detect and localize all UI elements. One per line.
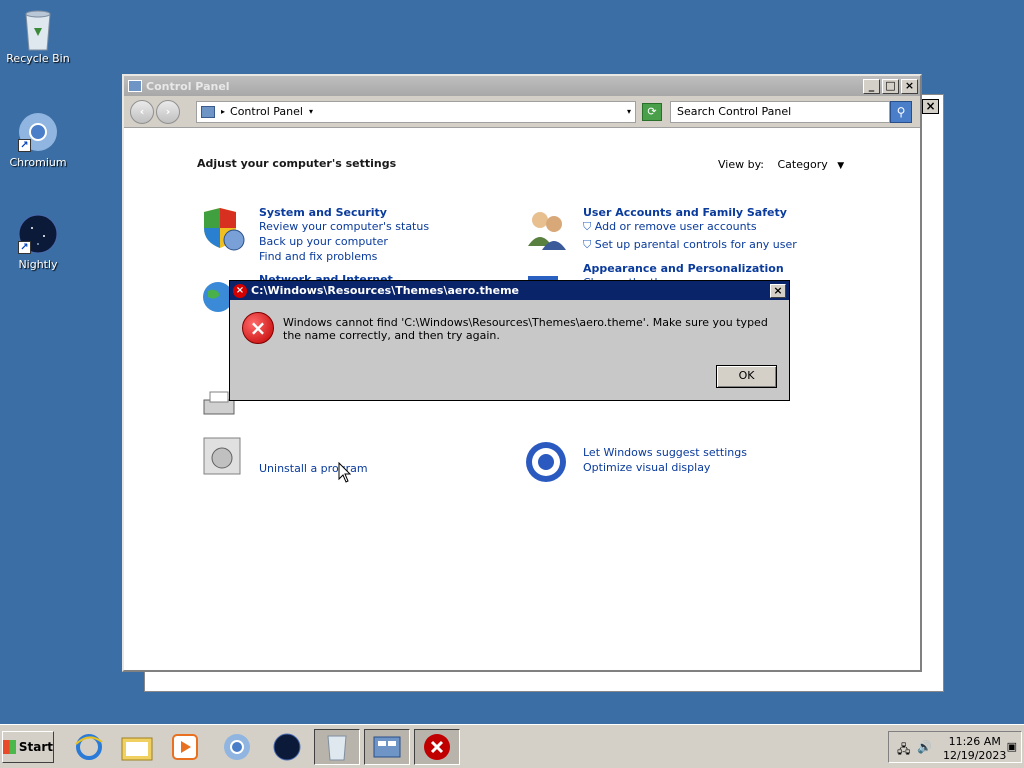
background-window-close-button[interactable]: × xyxy=(922,99,939,114)
shortcut-arrow-icon: ↗ xyxy=(18,139,31,152)
category-link[interactable]: ⛉ Set up parental controls for any user xyxy=(583,238,797,252)
view-by-label: View by: xyxy=(718,158,764,171)
category-link[interactable]: Find and fix problems xyxy=(259,250,377,263)
show-desktop-icon[interactable]: ▣ xyxy=(1007,740,1017,753)
chromium-icon xyxy=(224,734,250,760)
forward-button[interactable]: › xyxy=(156,99,180,124)
uac-shield-icon: ⛉ xyxy=(583,220,592,233)
taskbar-explorer[interactable] xyxy=(114,729,160,765)
category-title[interactable]: User Accounts and Family Safety xyxy=(583,206,787,219)
category-link[interactable]: Review your computer's status xyxy=(259,220,429,233)
category-title[interactable]: Appearance and Personalization xyxy=(583,262,784,275)
maximize-button[interactable]: □ xyxy=(882,78,899,94)
ease-of-access-icon[interactable] xyxy=(524,438,570,484)
mouse-cursor-icon xyxy=(338,461,352,487)
taskbar-internet-explorer[interactable] xyxy=(66,729,112,765)
taskbar-nightly[interactable] xyxy=(264,729,310,765)
chevron-right-icon[interactable]: ▸ xyxy=(221,107,225,116)
dialog-titlebar[interactable]: × C:\Windows\Resources\Themes\aero.theme… xyxy=(230,281,789,300)
dialog-close-button[interactable]: × xyxy=(770,283,786,298)
taskbar-chromium[interactable] xyxy=(214,729,260,765)
control-panel-icon xyxy=(373,736,401,758)
breadcrumb-control-panel[interactable]: Control Panel xyxy=(230,105,303,118)
navigation-bar: ‹ › ▸ Control Panel ▾ ▾ ⟳ Search Control… xyxy=(124,96,920,128)
taskbar-media-player[interactable] xyxy=(162,729,208,765)
category-title[interactable]: System and Security xyxy=(259,206,387,219)
address-bar[interactable]: ▸ Control Panel ▾ ▾ xyxy=(196,100,636,123)
uac-shield-icon: ⛉ xyxy=(583,238,592,251)
taskbar-error-dialog[interactable] xyxy=(414,729,460,765)
clock[interactable]: 11:26 AM 12/19/2023 xyxy=(943,735,1006,763)
address-dropdown-icon[interactable]: ▾ xyxy=(627,107,631,116)
error-dialog: × C:\Windows\Resources\Themes\aero.theme… xyxy=(229,280,790,401)
view-by-dropdown[interactable]: Category xyxy=(778,158,828,171)
nightly-icon: ↗ xyxy=(18,214,58,254)
refresh-button[interactable]: ⟳ xyxy=(642,102,662,121)
windows-flag-icon xyxy=(3,740,16,754)
desktop-icon-label: Recycle Bin xyxy=(6,52,70,65)
programs-icon[interactable] xyxy=(200,434,246,480)
chevron-down-icon[interactable]: ▾ xyxy=(309,107,313,116)
nightly-icon xyxy=(273,733,301,761)
shortcut-arrow-icon: ↗ xyxy=(18,241,31,254)
error-icon: × xyxy=(233,283,247,298)
ok-button[interactable]: OK xyxy=(716,365,777,388)
control-panel-icon xyxy=(128,80,142,92)
desktop-icon-chromium[interactable]: ↗ Chromium xyxy=(0,112,76,169)
view-by: View by: Category ▼ xyxy=(718,158,844,171)
desktop-icon-label: Chromium xyxy=(9,156,67,169)
category-link[interactable]: Let Windows suggest settings xyxy=(583,446,747,459)
back-button[interactable]: ‹ xyxy=(130,99,154,124)
category-link-text[interactable]: Add or remove user accounts xyxy=(595,220,757,233)
clock-time: 11:26 AM xyxy=(948,735,1001,748)
chromium-icon: ↗ xyxy=(18,112,58,152)
window-titlebar[interactable]: Control Panel _ □ × xyxy=(124,76,920,96)
control-panel-icon xyxy=(201,105,215,118)
recycle-bin-icon xyxy=(327,735,347,761)
internet-explorer-icon xyxy=(75,734,103,760)
error-icon: × xyxy=(242,312,274,344)
start-button[interactable]: Start xyxy=(2,731,54,763)
volume-icon[interactable]: 🔊 xyxy=(917,740,932,754)
category-link[interactable]: Optimize visual display xyxy=(583,461,710,474)
desktop-icon-recycle-bin[interactable]: Recycle Bin xyxy=(0,8,76,65)
page-heading: Adjust your computer's settings xyxy=(197,157,397,170)
start-label: Start xyxy=(18,740,53,754)
category-link-text[interactable]: Set up parental controls for any user xyxy=(595,238,797,251)
clock-date: 12/19/2023 xyxy=(943,749,1007,762)
desktop-icon-label: Nightly xyxy=(18,258,58,271)
category-link[interactable]: Back up your computer xyxy=(259,235,388,248)
dialog-title: C:\Windows\Resources\Themes\aero.theme xyxy=(251,284,520,297)
recycle-bin-icon xyxy=(18,8,58,51)
media-player-icon xyxy=(172,734,198,760)
dialog-message: Windows cannot find 'C:\Windows\Resource… xyxy=(283,316,768,342)
search-input[interactable]: Search Control Panel xyxy=(670,100,890,123)
taskbar-control-panel[interactable] xyxy=(364,729,410,765)
taskbar-recycle-bin[interactable] xyxy=(314,729,360,765)
network-icon[interactable]: 🖧 xyxy=(897,740,910,761)
chevron-down-icon[interactable]: ▼ xyxy=(837,161,844,171)
shield-icon[interactable] xyxy=(200,206,246,252)
window-title: Control Panel xyxy=(146,79,230,93)
minimize-button[interactable]: _ xyxy=(863,78,880,94)
system-tray: 🖧 🔊 11:26 AM 12/19/2023 ▣ xyxy=(888,731,1022,763)
desktop-icon-nightly[interactable]: ↗ Nightly xyxy=(0,214,76,271)
taskbar: Start 🖧 🔊 11:26 AM 12/19/2023 ▣ xyxy=(0,724,1024,768)
error-icon xyxy=(424,734,450,760)
users-icon[interactable] xyxy=(524,206,570,252)
close-button[interactable]: × xyxy=(901,78,918,94)
search-button[interactable]: ⚲ xyxy=(890,100,912,123)
folder-icon xyxy=(121,737,153,761)
category-link[interactable]: ⛉ Add or remove user accounts xyxy=(583,220,757,234)
